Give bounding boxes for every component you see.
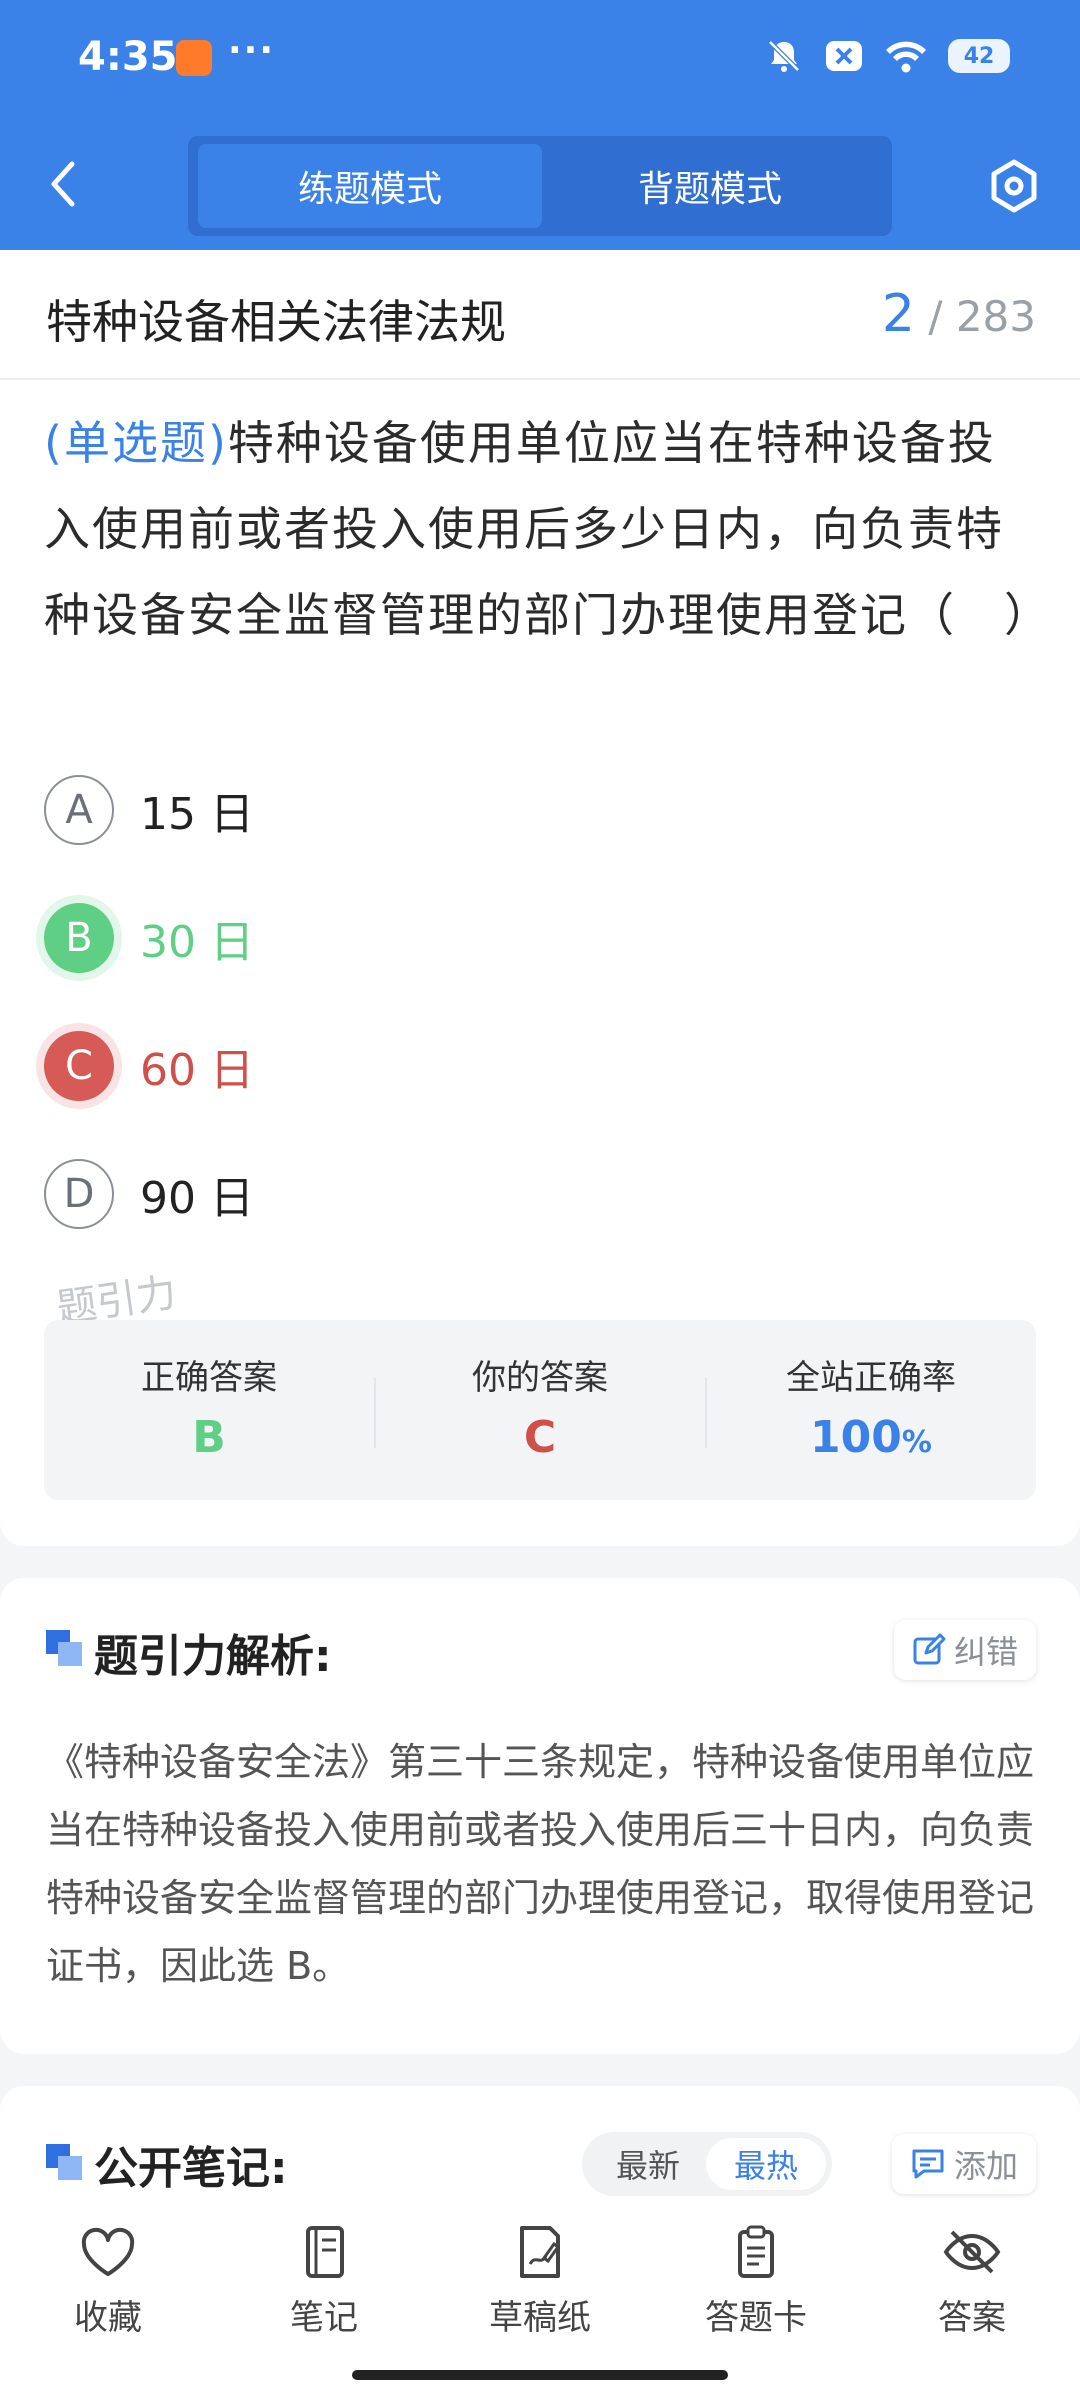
system-icons: 42 <box>764 34 1010 78</box>
question-counter: 2 / 283 <box>882 284 1036 344</box>
analysis-text: 《特种设备安全法》第三十三条规定，特种设备使用单位应当在特种设备投入使用前或者投… <box>46 1740 1035 1988</box>
stat-rate: 全站正确率 100% <box>706 1320 1036 1500</box>
mode-switch: 练题模式 背题模式 <box>188 136 892 236</box>
option-letter: C <box>44 1031 114 1101</box>
correct-answer-value: B <box>192 1412 226 1463</box>
battery-indicator: 42 <box>948 39 1010 73</box>
toolbar-label: 答题卡 <box>705 2298 807 2338</box>
sort-hottest[interactable]: 最热 <box>706 2138 826 2190</box>
add-note-label: 添加 <box>953 2147 1018 2185</box>
stat-label: 正确答案 <box>141 1358 277 1398</box>
chapter-title: 特种设备相关法律法规 <box>46 295 506 349</box>
question-type: (单选题) <box>44 416 228 470</box>
chapter-header: 特种设备相关法律法规 2 / 283 <box>0 250 1080 380</box>
notes-sort-toggle: 最新 最热 <box>582 2132 832 2196</box>
analysis-card: 题引力解析: 纠错 《特种设备安全法》第三十三条规定，特种设备使用单位应当在特种… <box>0 1578 1080 2054</box>
your-answer-value: C <box>523 1412 557 1463</box>
stat-correct: 正确答案 B <box>44 1320 374 1500</box>
toolbar-label: 笔记 <box>290 2298 358 2338</box>
notes-title: 公开笔记: <box>94 2143 288 2194</box>
option-text: 90 日 <box>140 1173 254 1224</box>
settings-icon[interactable] <box>984 156 1044 216</box>
more-notifications-icon: ··· <box>228 30 276 71</box>
tab-practice-mode[interactable]: 练题模式 <box>198 144 542 228</box>
status-bar: 4:35 ··· 42 <box>0 0 1080 118</box>
status-time: 4:35 <box>78 34 178 80</box>
option-letter: D <box>44 1159 114 1229</box>
top-header: 4:35 ··· 42 练题模式 背题模式 <box>0 0 1080 250</box>
total-count: / 283 <box>928 292 1036 341</box>
clipboard-icon <box>738 2225 774 2278</box>
report-error-button[interactable]: 纠错 <box>893 1620 1036 1680</box>
notebook-icon <box>306 2226 344 2278</box>
option-d[interactable]: D 90 日 <box>44 1156 254 1232</box>
stat-yours: 你的答案 C <box>375 1320 705 1500</box>
rate-unit: % <box>901 1425 932 1460</box>
stat-label: 全站正确率 <box>786 1358 956 1398</box>
heart-icon <box>81 2227 135 2276</box>
toolbar-label: 草稿纸 <box>489 2298 591 2338</box>
close-box-icon <box>826 41 862 71</box>
analysis-title: 题引力解析: <box>94 1631 332 1682</box>
question-stem: (单选题)特种设备使用单位应当在特种设备投入使用前或者投入使用后多少日内，向负责… <box>44 400 1050 658</box>
answer-stats: 正确答案 B 你的答案 C 全站正确率 100% <box>44 1320 1036 1500</box>
scratch-paper-button[interactable]: 草稿纸 <box>460 2224 620 2339</box>
correct-rate-value: 100% <box>706 1412 1036 1463</box>
mute-bell-icon <box>768 40 800 72</box>
toolbar-label: 答案 <box>938 2298 1006 2338</box>
option-a[interactable]: A 15 日 <box>44 772 254 848</box>
show-answer-button[interactable]: 答案 <box>892 2224 1052 2339</box>
rate-number: 100 <box>810 1412 902 1463</box>
option-text: 15 日 <box>140 789 254 840</box>
comment-icon <box>912 2149 944 2179</box>
option-b[interactable]: B 30 日 <box>44 900 254 976</box>
stat-label: 你的答案 <box>472 1358 608 1398</box>
favorite-button[interactable]: 收藏 <box>28 2224 188 2339</box>
nav-bar: 练题模式 背题模式 <box>0 118 1080 250</box>
option-c[interactable]: C 60 日 <box>44 1028 254 1104</box>
option-letter: A <box>44 775 114 845</box>
option-text: 30 日 <box>140 917 254 968</box>
current-index: 2 <box>881 284 915 344</box>
option-text: 60 日 <box>140 1045 254 1096</box>
question-card: 特种设备相关法律法规 2 / 283 (单选题)特种设备使用单位应当在特种设备投… <box>0 250 1080 1546</box>
shopping-app-icon <box>176 40 212 76</box>
edit-icon <box>913 1633 946 1665</box>
home-indicator[interactable] <box>352 2370 728 2380</box>
section-icon <box>46 1630 82 1666</box>
notes-button[interactable]: 笔记 <box>244 2224 404 2339</box>
draft-paper-icon <box>520 2226 561 2278</box>
toolbar-label: 收藏 <box>74 2298 142 2338</box>
add-note-button[interactable]: 添加 <box>891 2134 1036 2194</box>
option-letter: B <box>44 903 114 973</box>
eye-off-icon <box>943 2230 1001 2274</box>
tab-memorize-mode[interactable]: 背题模式 <box>538 144 882 228</box>
wifi-icon <box>886 41 926 73</box>
report-error-label: 纠错 <box>953 1633 1018 1671</box>
sort-newest[interactable]: 最新 <box>588 2138 708 2190</box>
answer-sheet-button[interactable]: 答题卡 <box>676 2224 836 2339</box>
back-arrow-icon[interactable] <box>44 156 84 212</box>
section-icon <box>46 2144 82 2180</box>
